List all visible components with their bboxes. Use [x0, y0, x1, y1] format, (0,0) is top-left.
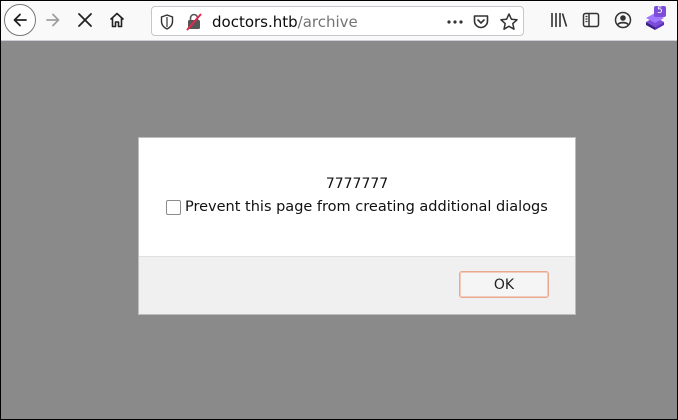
home-icon	[109, 12, 125, 28]
navigation-toolbar: doctors.htb/archive 5	[1, 1, 677, 41]
stop-button[interactable]	[70, 5, 100, 35]
insecure-lock-icon[interactable]	[186, 13, 202, 35]
pocket-icon[interactable]	[472, 13, 490, 35]
url-host: doctors.htb	[212, 13, 298, 31]
back-icon	[13, 13, 27, 27]
bookmark-star-icon[interactable]	[499, 12, 519, 36]
shield-icon[interactable]	[160, 14, 174, 34]
browser-window: doctors.htb/archive 5 7777777 Prevent th…	[1, 1, 677, 419]
address-bar[interactable]: doctors.htb/archive	[151, 6, 524, 36]
ok-button[interactable]: OK	[459, 271, 549, 298]
prevent-dialogs-checkbox[interactable]	[166, 199, 181, 215]
forward-button[interactable]	[38, 5, 68, 35]
url-text[interactable]: doctors.htb/archive	[212, 13, 358, 31]
library-icon[interactable]	[549, 10, 569, 34]
prevent-dialogs-option[interactable]: Prevent this page from creating addition…	[166, 199, 548, 215]
account-icon[interactable]	[613, 10, 633, 34]
dialog-body: 7777777 Prevent this page from creating …	[139, 138, 575, 256]
home-button[interactable]	[102, 5, 132, 35]
sidebar-icon[interactable]	[581, 10, 601, 34]
dialog-message: 7777777	[325, 176, 389, 192]
more-icon[interactable]	[446, 13, 464, 35]
url-path: /archive	[297, 13, 358, 31]
dialog-footer: OK	[139, 256, 575, 314]
back-button[interactable]	[4, 4, 36, 36]
extension-badge: 5	[654, 6, 666, 17]
stop-icon	[78, 13, 92, 27]
forward-icon	[46, 13, 60, 27]
prevent-dialogs-label[interactable]: Prevent this page from creating addition…	[185, 199, 548, 215]
alert-dialog: 7777777 Prevent this page from creating …	[138, 137, 576, 315]
